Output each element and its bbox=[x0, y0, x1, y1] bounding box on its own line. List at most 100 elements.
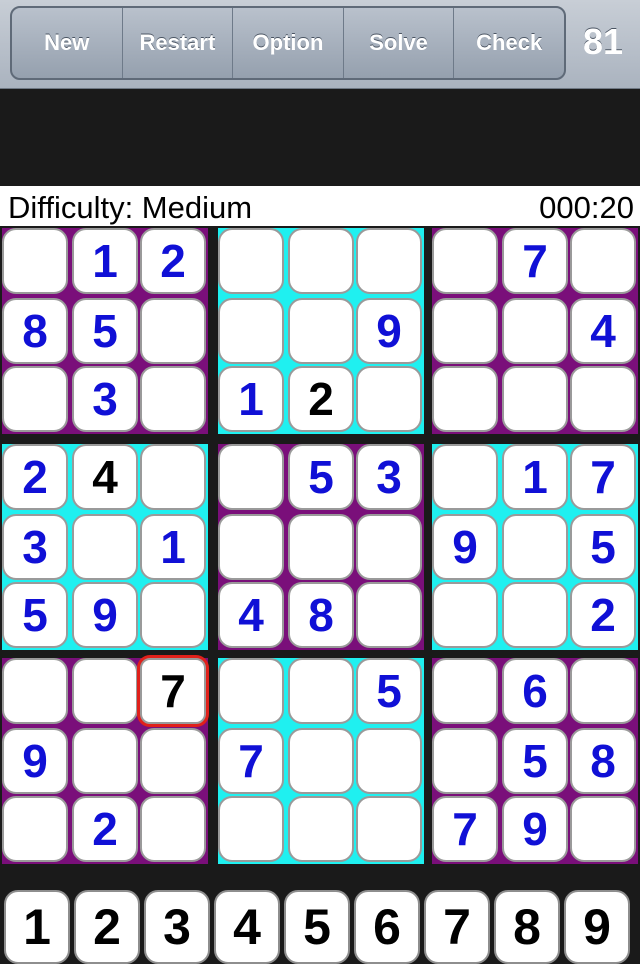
cell-r6-c9[interactable]: 2 bbox=[570, 582, 636, 648]
cell-r9-c1[interactable] bbox=[2, 796, 68, 862]
cell-r5-c1[interactable]: 3 bbox=[2, 514, 68, 580]
cell-r8-c6[interactable] bbox=[356, 728, 422, 794]
cell-r8-c7[interactable] bbox=[432, 728, 498, 794]
cell-r8-c8[interactable]: 5 bbox=[502, 728, 568, 794]
cell-r4-c7[interactable] bbox=[432, 444, 498, 510]
keypad-key-1[interactable]: 1 bbox=[4, 890, 70, 964]
cell-r7-c8[interactable]: 6 bbox=[502, 658, 568, 724]
cell-r8-c5[interactable] bbox=[288, 728, 354, 794]
cell-r2-c8[interactable] bbox=[502, 298, 568, 364]
cell-r3-c4[interactable]: 1 bbox=[218, 366, 284, 432]
cell-r4-c9[interactable]: 7 bbox=[570, 444, 636, 510]
cell-r9-c6[interactable] bbox=[356, 796, 422, 862]
cell-r4-c8[interactable]: 1 bbox=[502, 444, 568, 510]
cell-r7-c3[interactable]: 7 bbox=[140, 658, 206, 724]
cell-r7-c7[interactable] bbox=[432, 658, 498, 724]
cell-r7-c1[interactable] bbox=[2, 658, 68, 724]
cell-r5-c5[interactable] bbox=[288, 514, 354, 580]
cell-r6-c4[interactable]: 4 bbox=[218, 582, 284, 648]
cell-r1-c8[interactable]: 7 bbox=[502, 228, 568, 294]
cell-r5-c2[interactable] bbox=[72, 514, 138, 580]
option-button[interactable]: Option bbox=[233, 8, 344, 78]
cell-r2-c7[interactable] bbox=[432, 298, 498, 364]
cell-r7-c9[interactable] bbox=[570, 658, 636, 724]
cell-r1-c5[interactable] bbox=[288, 228, 354, 294]
cell-r6-c6[interactable] bbox=[356, 582, 422, 648]
cell-r4-c2[interactable]: 4 bbox=[72, 444, 138, 510]
cell-r5-c3[interactable]: 1 bbox=[140, 514, 206, 580]
cell-r7-c2[interactable] bbox=[72, 658, 138, 724]
keypad-key-2[interactable]: 2 bbox=[74, 890, 140, 964]
cell-r3-c9[interactable] bbox=[570, 366, 636, 432]
keypad-key-9[interactable]: 9 bbox=[564, 890, 630, 964]
keypad-key-6[interactable]: 6 bbox=[354, 890, 420, 964]
cell-r6-c5[interactable]: 8 bbox=[288, 582, 354, 648]
cell-r1-c4[interactable] bbox=[218, 228, 284, 294]
number-keypad: 123456789 bbox=[0, 886, 640, 964]
cell-r5-c4[interactable] bbox=[218, 514, 284, 580]
check-button[interactable]: Check bbox=[454, 8, 564, 78]
cell-r8-c1[interactable]: 9 bbox=[2, 728, 68, 794]
status-bar: Difficulty: Medium 000:20 bbox=[0, 186, 640, 226]
cell-r5-c8[interactable] bbox=[502, 514, 568, 580]
cell-r6-c7[interactable] bbox=[432, 582, 498, 648]
cell-r9-c4[interactable] bbox=[218, 796, 284, 862]
cell-r8-c9[interactable]: 8 bbox=[570, 728, 636, 794]
cell-r7-c5[interactable] bbox=[288, 658, 354, 724]
cell-r4-c3[interactable] bbox=[140, 444, 206, 510]
cell-r3-c6[interactable] bbox=[356, 366, 422, 432]
cell-r5-c7[interactable]: 9 bbox=[432, 514, 498, 580]
cell-r9-c7[interactable]: 7 bbox=[432, 796, 498, 862]
cell-r1-c7[interactable] bbox=[432, 228, 498, 294]
cell-r5-c6[interactable] bbox=[356, 514, 422, 580]
cell-r2-c1[interactable]: 8 bbox=[2, 298, 68, 364]
cell-r2-c9[interactable]: 4 bbox=[570, 298, 636, 364]
new-button[interactable]: New bbox=[12, 8, 123, 78]
keypad-key-5[interactable]: 5 bbox=[284, 890, 350, 964]
cell-r8-c2[interactable] bbox=[72, 728, 138, 794]
cell-r2-c4[interactable] bbox=[218, 298, 284, 364]
cell-r7-c6[interactable]: 5 bbox=[356, 658, 422, 724]
cell-r8-c3[interactable] bbox=[140, 728, 206, 794]
cell-r9-c2[interactable]: 2 bbox=[72, 796, 138, 862]
cell-r3-c7[interactable] bbox=[432, 366, 498, 432]
cell-r4-c1[interactable]: 2 bbox=[2, 444, 68, 510]
cell-r9-c9[interactable] bbox=[570, 796, 636, 862]
cell-r6-c3[interactable] bbox=[140, 582, 206, 648]
cell-r4-c6[interactable]: 3 bbox=[356, 444, 422, 510]
cell-r3-c1[interactable] bbox=[2, 366, 68, 432]
sudoku-board: 12853912742431595348179527925765879 bbox=[0, 226, 640, 866]
keypad-key-3[interactable]: 3 bbox=[144, 890, 210, 964]
cell-r5-c9[interactable]: 5 bbox=[570, 514, 636, 580]
cell-r9-c5[interactable] bbox=[288, 796, 354, 862]
cell-r3-c2[interactable]: 3 bbox=[72, 366, 138, 432]
restart-button[interactable]: Restart bbox=[123, 8, 234, 78]
cell-r1-c2[interactable]: 1 bbox=[72, 228, 138, 294]
cell-r9-c3[interactable] bbox=[140, 796, 206, 862]
cell-r6-c8[interactable] bbox=[502, 582, 568, 648]
cell-r3-c3[interactable] bbox=[140, 366, 206, 432]
cell-r3-c8[interactable] bbox=[502, 366, 568, 432]
solve-button[interactable]: Solve bbox=[344, 8, 455, 78]
keypad-key-7[interactable]: 7 bbox=[424, 890, 490, 964]
cell-r7-c4[interactable] bbox=[218, 658, 284, 724]
cell-r1-c1[interactable] bbox=[2, 228, 68, 294]
timer: 000:20 bbox=[539, 190, 634, 225]
cell-r2-c6[interactable]: 9 bbox=[356, 298, 422, 364]
box-6: 17 9 52 bbox=[432, 444, 638, 650]
cell-r4-c4[interactable] bbox=[218, 444, 284, 510]
cell-r1-c9[interactable] bbox=[570, 228, 636, 294]
cell-r8-c4[interactable]: 7 bbox=[218, 728, 284, 794]
cell-r1-c6[interactable] bbox=[356, 228, 422, 294]
cell-r3-c5[interactable]: 2 bbox=[288, 366, 354, 432]
cell-r6-c2[interactable]: 9 bbox=[72, 582, 138, 648]
keypad-key-8[interactable]: 8 bbox=[494, 890, 560, 964]
cell-r2-c2[interactable]: 5 bbox=[72, 298, 138, 364]
cell-r4-c5[interactable]: 5 bbox=[288, 444, 354, 510]
cell-r9-c8[interactable]: 9 bbox=[502, 796, 568, 862]
keypad-key-4[interactable]: 4 bbox=[214, 890, 280, 964]
cell-r6-c1[interactable]: 5 bbox=[2, 582, 68, 648]
cell-r1-c3[interactable]: 2 bbox=[140, 228, 206, 294]
cell-r2-c3[interactable] bbox=[140, 298, 206, 364]
cell-r2-c5[interactable] bbox=[288, 298, 354, 364]
